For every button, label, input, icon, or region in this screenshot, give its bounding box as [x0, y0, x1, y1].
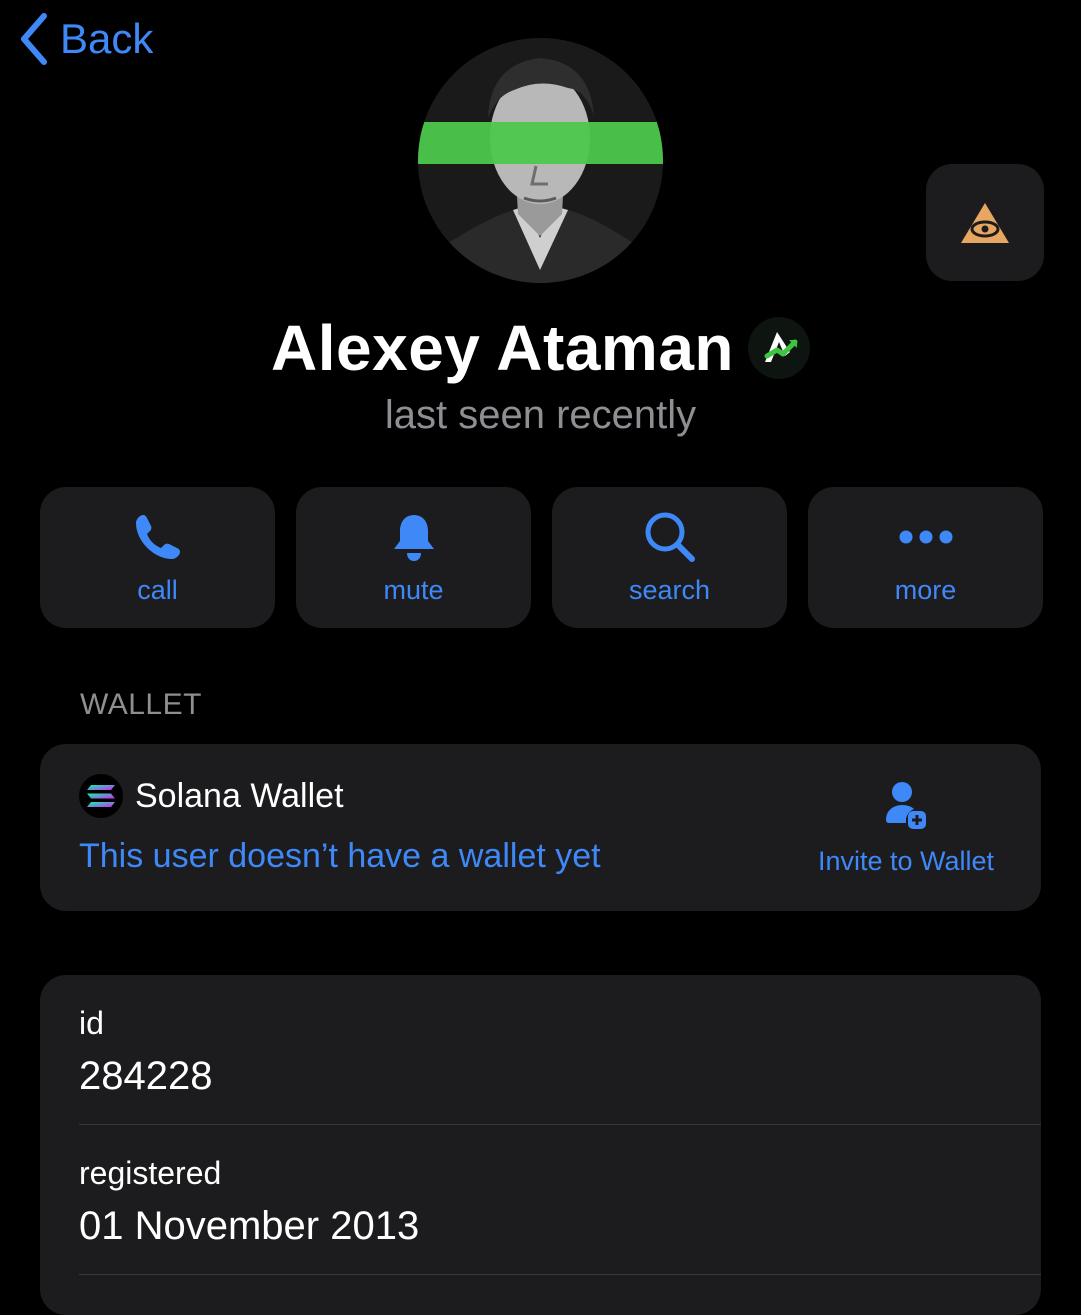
add-user-icon [886, 782, 926, 829]
wallet-title-row: Solana Wallet [79, 774, 344, 818]
search-label: search [628, 575, 711, 605]
eye-pyramid-icon [961, 202, 1009, 243]
emoji-status-button[interactable] [926, 164, 1044, 281]
solana-logo-icon [79, 774, 123, 818]
phone-icon [135, 515, 180, 559]
action-bar: call mute search more [40, 487, 1043, 628]
invite-to-wallet-label: Invite to Wallet [817, 846, 995, 876]
more-button[interactable]: more [808, 487, 1043, 628]
call-button[interactable]: call [40, 487, 275, 628]
more-label: more [894, 575, 957, 605]
back-label: Back [60, 15, 154, 62]
info-divider [79, 1274, 1041, 1275]
info-row-id[interactable]: id 284228 [79, 1003, 1041, 1101]
wallet-title: Solana Wallet [135, 777, 344, 815]
mute-label: mute [383, 575, 444, 605]
mute-button[interactable]: mute [296, 487, 531, 628]
info-value: 01 November 2013 [79, 1204, 420, 1248]
info-divider [79, 1124, 1041, 1125]
chevron-left-icon [21, 13, 47, 65]
info-key: registered [79, 1155, 222, 1191]
wallet-section-header: WALLET [80, 688, 202, 721]
call-label: call [137, 575, 178, 605]
back-button[interactable]: Back [18, 12, 153, 66]
profile-name: Alexey Ataman [271, 312, 734, 384]
ellipsis-icon [899, 530, 952, 544]
profile-avatar[interactable] [418, 38, 663, 283]
verified-badge-icon[interactable] [748, 317, 810, 379]
wallet-card: Solana Wallet This user doesn’t have a w… [40, 744, 1041, 911]
info-value: 284228 [79, 1054, 213, 1098]
invite-to-wallet-button[interactable]: Invite to Wallet [800, 780, 1012, 890]
last-seen-status: last seen recently [384, 393, 697, 437]
search-button[interactable]: search [552, 487, 787, 628]
bell-icon [393, 515, 434, 561]
info-key: id [79, 1005, 104, 1041]
magnifier-icon [645, 512, 695, 562]
info-card: id 284228 registered 01 November 2013 [40, 975, 1041, 1315]
wallet-status-link[interactable]: This user doesn’t have a wallet yet [79, 834, 601, 878]
profile-name-row: Alexey Ataman [0, 310, 1081, 386]
info-row-registered[interactable]: registered 01 November 2013 [79, 1153, 1041, 1251]
